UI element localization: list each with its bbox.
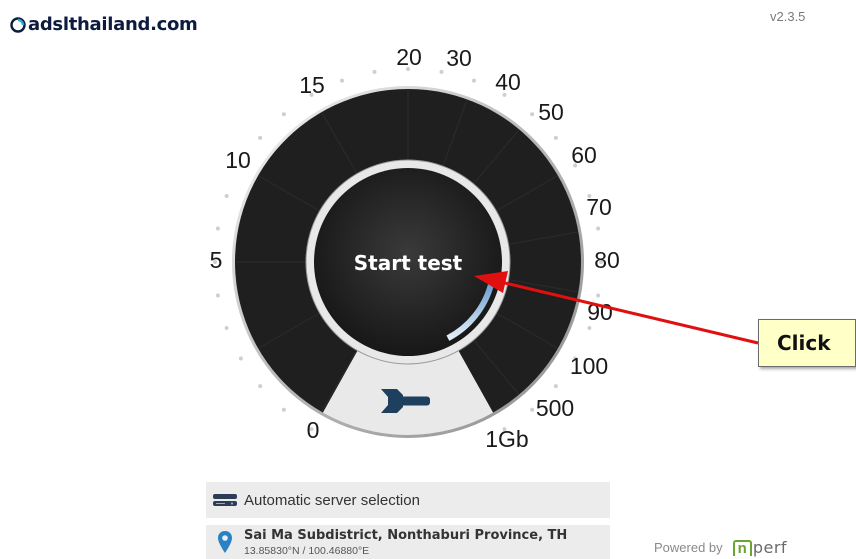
scale-dot [553,135,558,140]
scale-dot [224,326,229,330]
scale-label: 1Gb [485,426,528,452]
scale-label: 50 [538,99,564,125]
location-coordinates: 13.85830°N / 100.46880°E [244,545,370,557]
scale-dot [596,226,601,231]
start-test-label: Start test [354,251,463,275]
scale-dot [530,112,535,117]
scale-dot [281,407,286,412]
scale-label: 5 [210,247,223,273]
speed-gauge: Start test 0 5 10 15 20 30 40 50 60 70 80 90 100 500 1… [0,0,856,470]
scale-dot [472,78,476,83]
scale-label: 20 [396,44,422,70]
scale-dot [372,69,377,74]
scale-dot [281,112,286,117]
scale-label: 10 [225,147,251,173]
scale-dot [587,326,592,330]
scale-label: 70 [586,194,612,220]
scale-label: 80 [594,247,620,273]
scale-label: 60 [571,142,597,168]
nperf-logo-n: n [732,539,752,556]
click-callout: Click [758,319,856,367]
map-pin-icon [206,525,244,554]
scale-dot [215,293,220,298]
scale-dot [215,226,220,231]
nperf-logo-text: perf [752,538,788,557]
server-icon [206,493,244,507]
scale-dot [439,69,444,74]
scale-dot [238,356,243,361]
scale-dot [340,78,344,83]
scale-dot [530,407,535,412]
server-label: Automatic server selection [244,491,420,509]
scale-dot [258,135,263,140]
nperf-logo[interactable]: n perf [732,538,788,557]
server-selection[interactable]: Automatic server selection [206,482,610,518]
scale-dot [553,384,558,389]
scale-label: 30 [446,45,472,71]
location-name: Sai Ma Subdistrict, Nonthaburi Province,… [244,528,568,543]
scale-label: 500 [536,395,574,421]
scale-dot [224,194,229,198]
scale-label: 0 [307,417,320,443]
scale-label: 15 [299,72,325,98]
scale-dot [596,293,601,298]
callout-label: Click [777,331,831,355]
scale-dot [258,384,263,389]
powered-by-label: Powered by [654,540,723,555]
powered-by: Powered by n perf [654,538,787,557]
location-info[interactable]: Sai Ma Subdistrict, Nonthaburi Province,… [206,525,610,559]
scale-label: 40 [495,69,521,95]
scale-label: 100 [570,353,608,379]
